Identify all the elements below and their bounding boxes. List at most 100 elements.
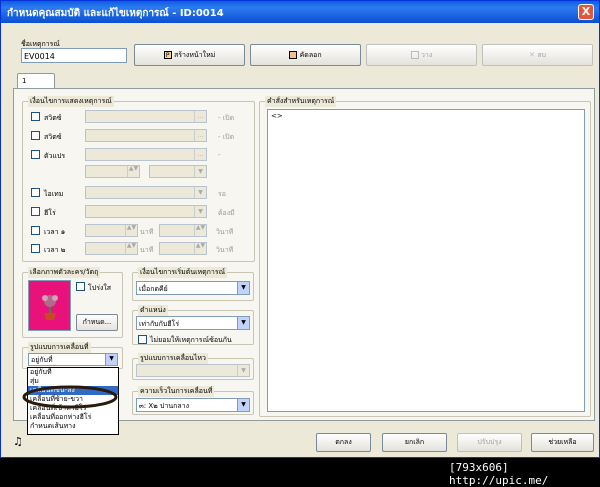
- variable-field[interactable]: …: [85, 148, 207, 161]
- variable-spinner-arrows-icon[interactable]: ▲▼: [127, 166, 139, 177]
- movement-option[interactable]: เคลื่อนที่ออกห่างฮีโร่: [28, 413, 118, 422]
- conditions-title: เงื่อนไขการแสดงเหตุการณ์: [28, 96, 114, 107]
- trigger-select[interactable]: เมื่อกดคีย์ ▼: [136, 281, 250, 295]
- timer1-minutes-spinner[interactable]: ▲▼: [85, 224, 138, 237]
- item-select[interactable]: ▼: [85, 186, 207, 199]
- speed-value: ๓: X๒ ปานกลาง: [139, 402, 190, 410]
- variable-suffix: -: [218, 151, 221, 159]
- new-page-button[interactable]: P สร้างหน้าใหม่: [134, 44, 245, 66]
- trigger-title: เงื่อนไขการเริ่มต้นเหตุการณ์: [138, 267, 228, 278]
- cancel-button[interactable]: ยกเลิก: [382, 433, 447, 452]
- variable-label: ตัวแปร: [44, 152, 66, 160]
- title-bar: กำหนดคุณสมบัติ และแก้ไขเหตุการณ์ - ID:00…: [1, 1, 599, 23]
- item-chevron-icon[interactable]: ▼: [194, 187, 206, 198]
- speed-chevron-icon[interactable]: ▼: [237, 399, 249, 411]
- switch1-checkbox[interactable]: [31, 112, 40, 121]
- animation-chevron-icon[interactable]: ▼: [237, 365, 249, 376]
- movement-select[interactable]: อยู่กับที่ ▼: [28, 353, 118, 366]
- switch2-browse-icon[interactable]: …: [194, 130, 206, 141]
- timer2-checkbox[interactable]: [31, 244, 40, 253]
- timer2-minutes-label: นาที: [140, 246, 154, 254]
- close-button[interactable]: X: [578, 4, 594, 20]
- switch2-checkbox[interactable]: [31, 131, 40, 140]
- flower-pot-icon: [42, 295, 58, 320]
- item-checkbox[interactable]: [31, 188, 40, 197]
- timer1-checkbox[interactable]: [31, 226, 40, 235]
- switch1-label: สวิตซ์: [44, 114, 62, 122]
- event-editor-window: กำหนดคุณสมบัติ และแก้ไขเหตุการณ์ - ID:00…: [0, 0, 600, 458]
- movement-chevron-icon[interactable]: ▼: [105, 354, 117, 365]
- event-name-input[interactable]: EV0014: [21, 48, 127, 63]
- speed-select[interactable]: ๓: X๒ ปานกลาง ▼: [136, 398, 250, 412]
- speed-title: ความเร็วในการเคลื่อนที่: [138, 386, 215, 397]
- switch2-label: สวิตซ์: [44, 133, 62, 141]
- position-title: ตำแหน่ง: [138, 305, 168, 316]
- trigger-chevron-icon[interactable]: ▼: [237, 282, 249, 294]
- timer1-minutes-label: นาที: [140, 228, 154, 236]
- delete-icon: ✕: [529, 51, 535, 59]
- copy-button[interactable]: คัดลอก: [250, 44, 361, 66]
- paste-button[interactable]: วาง: [366, 44, 477, 66]
- commands-title: คำสั่งสำหรับเหตุการณ์: [265, 96, 337, 107]
- switch1-browse-icon[interactable]: …: [194, 111, 206, 122]
- timer2-seconds-label: วินาที: [216, 246, 234, 254]
- new-page-label: สร้างหน้าใหม่: [173, 51, 216, 59]
- graphic-preview[interactable]: [28, 280, 71, 331]
- animation-title: รูปแบบการเคลื่อนไหว: [138, 353, 208, 364]
- timer1-seconds-arrows-icon[interactable]: ▲▼: [194, 225, 206, 236]
- item-suffix: รอ: [218, 190, 226, 198]
- switch1-field[interactable]: …: [85, 110, 207, 123]
- transparent-label: โปร่งใส: [88, 284, 112, 292]
- tab-1[interactable]: 1: [17, 73, 55, 89]
- timer2-minutes-spinner[interactable]: ▲▼: [85, 242, 138, 255]
- music-icon[interactable]: ♫: [13, 435, 23, 448]
- movement-option[interactable]: อยู่กับที่: [28, 368, 118, 377]
- switch1-suffix: - เปิด: [218, 114, 235, 122]
- position-value: เท่ากับกับฮีโร่: [139, 320, 180, 328]
- apply-button[interactable]: ปรับปรุง: [457, 433, 522, 452]
- movement-option[interactable]: กำหนดเส้นทาง: [28, 422, 118, 431]
- timer2-seconds-spinner[interactable]: ▲▼: [159, 242, 207, 255]
- hand-drawn-circle-annotation: [22, 385, 118, 409]
- timer2-minutes-arrows-icon[interactable]: ▲▼: [125, 243, 137, 254]
- timer2-seconds-arrows-icon[interactable]: ▲▼: [194, 243, 206, 254]
- image-host-watermark: [793x606] http://upic.me/: [449, 461, 549, 487]
- movement-title: รูปแบบการเคลื่อนที่: [28, 342, 91, 353]
- hero-checkbox[interactable]: [31, 207, 40, 216]
- position-select[interactable]: เท่ากับกับฮีโร่ ▼: [136, 316, 250, 330]
- new-page-icon: P: [163, 51, 172, 59]
- no-overlap-label: ไม่ยอมให้เหตุการณ์ซ้อนกัน: [150, 336, 232, 344]
- timer1-seconds-spinner[interactable]: ▲▼: [159, 224, 207, 237]
- hero-label: ฮีโร่: [44, 209, 56, 217]
- tab-1-label: 1: [22, 77, 27, 85]
- set-graphic-button[interactable]: กำหนด...: [76, 314, 118, 331]
- variable-checkbox[interactable]: [31, 150, 40, 159]
- timer1-minutes-arrows-icon[interactable]: ▲▼: [125, 225, 137, 236]
- variable-operator-select[interactable]: ▼: [149, 165, 207, 178]
- variable-browse-icon[interactable]: …: [194, 149, 206, 160]
- switch2-field[interactable]: …: [85, 129, 207, 142]
- window-title: กำหนดคุณสมบัติ และแก้ไขเหตุการณ์ - ID:00…: [7, 8, 224, 19]
- paste-icon: [410, 51, 419, 59]
- commands-list[interactable]: <>: [267, 109, 585, 412]
- position-chevron-icon[interactable]: ▼: [237, 317, 249, 329]
- variable-operator-chevron-icon[interactable]: ▼: [194, 166, 206, 177]
- hero-chevron-icon[interactable]: ▼: [194, 206, 206, 217]
- switch2-suffix: - เปิด: [218, 133, 235, 141]
- graphic-title: เลือกภาพตัวละคร/วัตถุ: [28, 267, 101, 278]
- command-line[interactable]: <>: [268, 110, 584, 122]
- delete-button[interactable]: ✕ ลบ: [482, 44, 593, 66]
- animation-select[interactable]: ▼: [136, 364, 250, 377]
- hero-select[interactable]: ▼: [85, 205, 207, 218]
- copy-icon: [289, 51, 298, 59]
- paste-label: วาง: [420, 51, 433, 59]
- timer1-seconds-label: วินาที: [216, 228, 234, 236]
- no-overlap-checkbox[interactable]: [138, 335, 147, 344]
- ok-button[interactable]: ตกลง: [316, 433, 371, 452]
- timer2-label: เวลา ๒: [44, 246, 66, 254]
- variable-value-spinner[interactable]: ▲▼: [85, 165, 140, 178]
- help-button[interactable]: ช่วยเหลือ: [531, 433, 594, 452]
- transparent-checkbox[interactable]: [76, 282, 85, 291]
- movement-value: อยู่กับที่: [31, 356, 53, 364]
- item-label: ไอเทม: [44, 190, 64, 198]
